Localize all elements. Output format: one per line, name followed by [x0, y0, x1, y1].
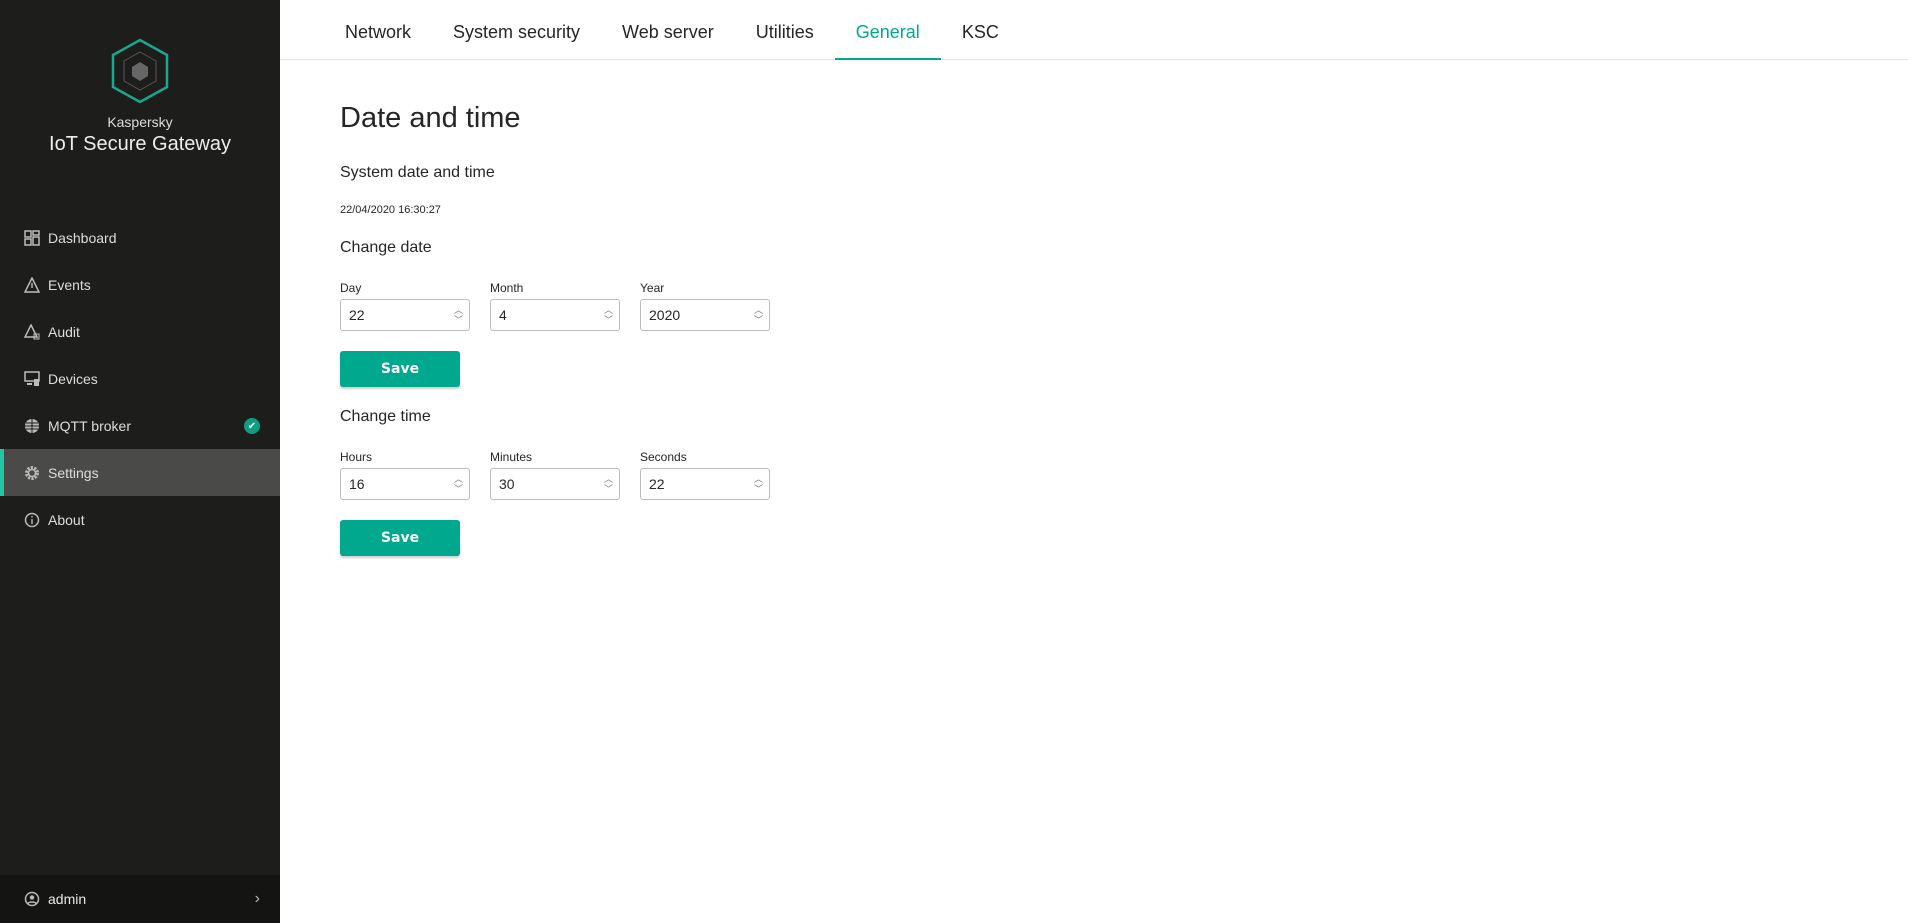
dashboard-icon — [24, 229, 40, 246]
sidebar-item-settings[interactable]: Settings — [0, 449, 280, 496]
tab-ksc[interactable]: KSC — [941, 0, 1020, 60]
sidebar-item-label: Devices — [48, 370, 98, 387]
sidebar-item-about[interactable]: About — [0, 496, 280, 543]
brand-product: IoT Secure Gateway — [49, 133, 231, 155]
hours-label: Hours — [340, 450, 373, 464]
check-badge-icon: ✔ — [244, 418, 260, 434]
kaspersky-logo-icon — [111, 38, 169, 104]
hours-input[interactable]: 16 ︿ ﹀ — [340, 468, 470, 500]
seconds-input[interactable]: 22 ︿ ﹀ — [640, 468, 770, 500]
settings-tabs: Network System security Web server Utili… — [280, 0, 1908, 60]
month-input[interactable]: 4 ︿ ﹀ — [490, 299, 620, 331]
day-value: 22 — [349, 307, 365, 323]
change-time-heading: Change time — [340, 408, 431, 425]
minutes-input[interactable]: 30 ︿ ﹀ — [490, 468, 620, 500]
sidebar-item-events[interactable]: Events — [0, 261, 280, 308]
sidebar-item-label: Dashboard — [48, 229, 117, 246]
save-date-button[interactable]: Save — [340, 351, 460, 387]
spinner-icon[interactable]: ︿ ﹀ — [604, 474, 613, 494]
seconds-label: Seconds — [640, 450, 687, 464]
tab-web-server[interactable]: Web server — [601, 0, 735, 60]
audit-icon — [24, 323, 40, 339]
tab-network[interactable]: Network — [345, 0, 432, 60]
save-time-button[interactable]: Save — [340, 520, 460, 556]
brand-company: Kaspersky — [107, 114, 173, 130]
spinner-icon[interactable]: ︿ ﹀ — [454, 305, 463, 325]
sidebar-item-audit[interactable]: Audit — [0, 308, 280, 355]
seconds-value: 22 — [649, 476, 665, 492]
spinner-icon[interactable]: ︿ ﹀ — [454, 474, 463, 494]
username: admin — [48, 891, 87, 907]
minutes-value: 30 — [499, 476, 515, 492]
spinner-icon[interactable]: ︿ ﹀ — [754, 305, 763, 325]
sidebar-item-mqtt-broker[interactable]: MQTT broker ✔ — [0, 402, 280, 449]
sidebar-item-label: Events — [48, 276, 91, 293]
gear-icon — [25, 465, 39, 480]
spinner-icon[interactable]: ︿ ﹀ — [604, 305, 613, 325]
month-value: 4 — [499, 307, 507, 323]
devices-icon — [24, 370, 40, 386]
sidebar-item-label: Audit — [48, 323, 80, 340]
tab-general[interactable]: General — [834, 0, 941, 60]
info-icon — [24, 512, 40, 527]
day-label: Day — [340, 281, 362, 295]
sidebar-item-label: About — [48, 511, 85, 528]
year-label: Year — [640, 281, 665, 295]
globe-icon — [25, 418, 39, 433]
sidebar-item-dashboard[interactable]: Dashboard — [0, 214, 280, 261]
year-input[interactable]: 2020 ︿ ﹀ — [640, 299, 770, 331]
month-label: Month — [490, 281, 524, 295]
spinner-icon[interactable]: ︿ ﹀ — [754, 474, 763, 494]
sidebar: Kaspersky IoT Secure Gateway Dashboard E… — [0, 0, 280, 923]
minutes-label: Minutes — [490, 450, 533, 464]
sidebar-item-label: MQTT broker — [48, 417, 131, 434]
user-icon — [24, 891, 40, 907]
user-menu[interactable]: admin › — [0, 875, 280, 923]
warning-icon — [24, 276, 40, 293]
sidebar-item-label: Settings — [48, 464, 99, 481]
chevron-right-icon: › — [254, 890, 260, 907]
year-value: 2020 — [649, 307, 681, 323]
day-input[interactable]: 22 ︿ ﹀ — [340, 299, 470, 331]
hours-value: 16 — [349, 476, 365, 492]
system-date-heading: System date and time — [340, 164, 495, 181]
page-title: Date and time — [340, 102, 521, 134]
system-date-value: 22/04/2020 16:30:27 — [340, 204, 441, 216]
tab-utilities[interactable]: Utilities — [735, 0, 835, 60]
tab-system-security[interactable]: System security — [432, 0, 601, 60]
sidebar-item-devices[interactable]: Devices — [0, 355, 280, 402]
change-date-heading: Change date — [340, 239, 432, 256]
